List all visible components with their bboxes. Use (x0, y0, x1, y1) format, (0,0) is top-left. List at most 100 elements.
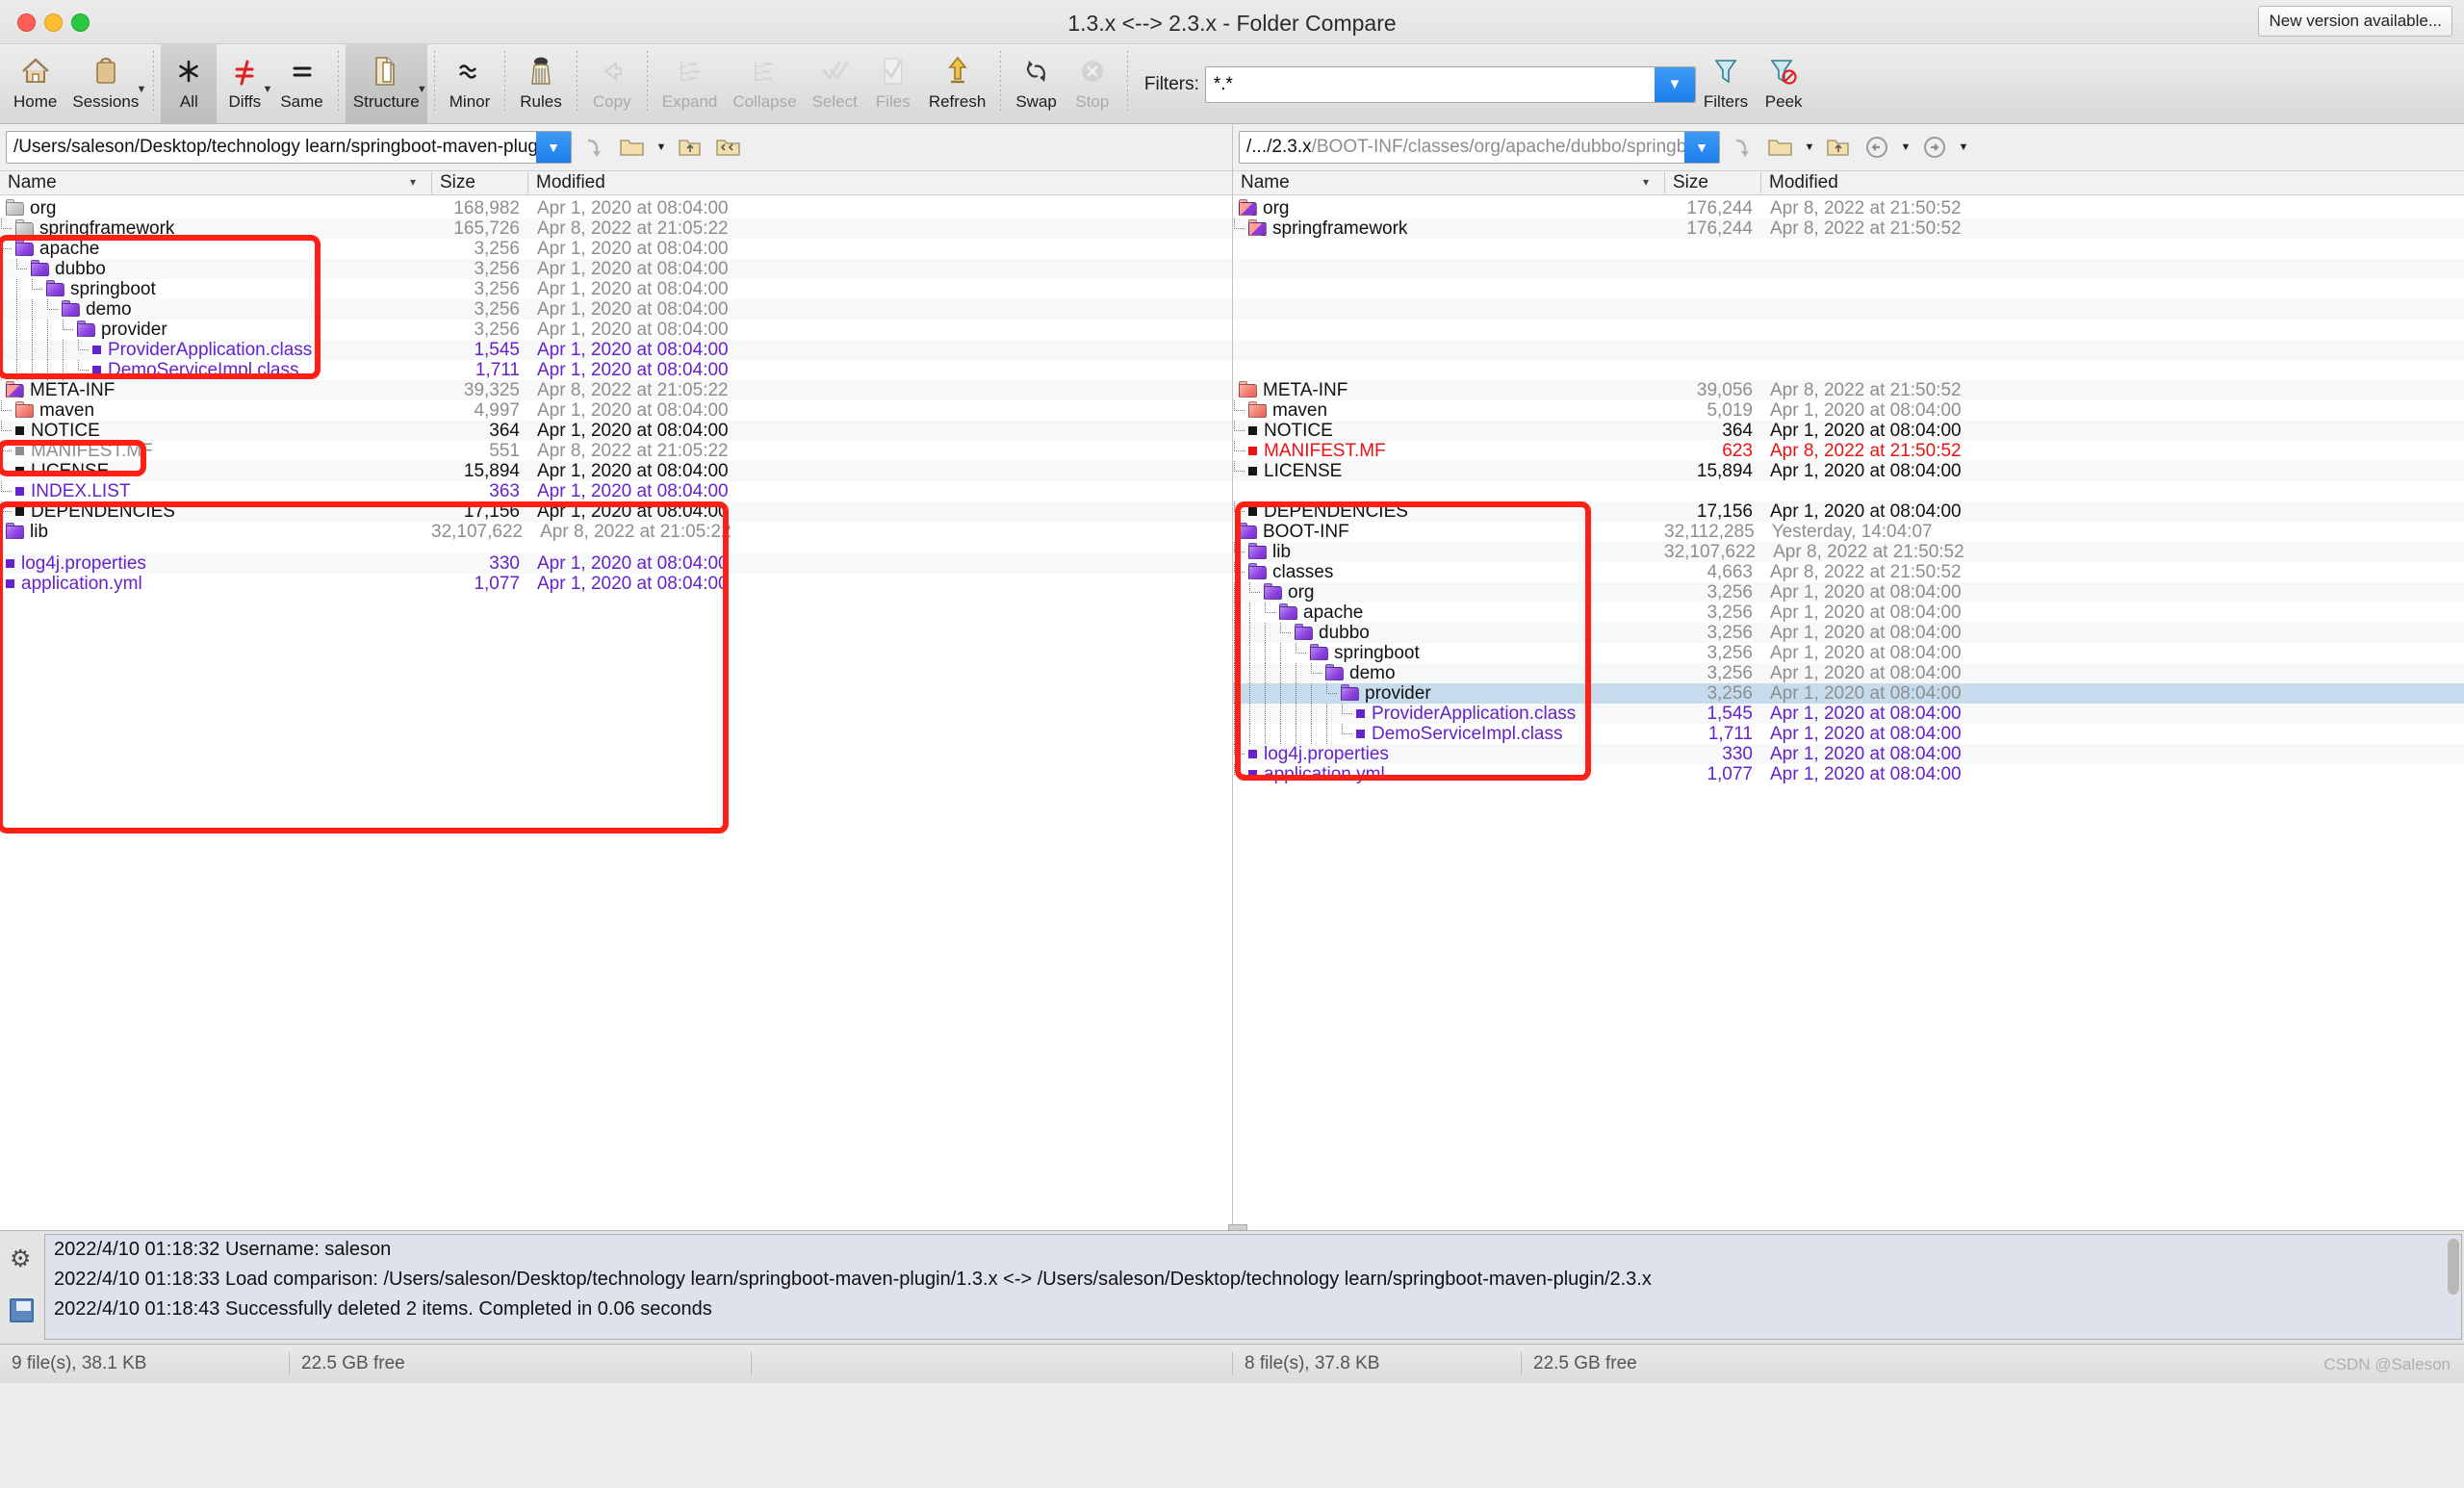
chevron-down-icon[interactable]: ▼ (136, 84, 146, 95)
table-row[interactable]: application.yml1,077Apr 1, 2020 at 08:04… (0, 574, 1232, 594)
table-row[interactable] (1233, 320, 2464, 340)
table-row[interactable]: apache3,256Apr 1, 2020 at 08:04:00 (1233, 603, 2464, 623)
table-row[interactable]: springboot3,256Apr 1, 2020 at 08:04:00 (0, 279, 1232, 299)
right-parent-folder-icon[interactable] (1822, 131, 1855, 164)
table-row[interactable]: META-INF39,056Apr 8, 2022 at 21:50:52 (1233, 380, 2464, 400)
toolbar-button-home[interactable]: Home (6, 44, 64, 124)
table-row[interactable]: DemoServiceImpl.class1,711Apr 1, 2020 at… (0, 360, 1232, 380)
left-swap-folders-icon[interactable] (712, 131, 745, 164)
table-row[interactable]: MANIFEST.MF551Apr 8, 2022 at 21:05:22 (0, 441, 1232, 461)
toolbar-button-same[interactable]: Same (272, 44, 330, 124)
left-open-folder-dropdown-icon[interactable]: ▼ (654, 141, 668, 153)
gear-icon[interactable]: ⚙ (10, 1244, 31, 1273)
toolbar-button-refresh[interactable]: Refresh (921, 44, 994, 124)
left-col-size[interactable]: Size (431, 172, 527, 193)
table-row[interactable]: INDEX.LIST363Apr 1, 2020 at 08:04:00 (0, 481, 1232, 501)
right-col-size[interactable]: Size (1664, 172, 1760, 193)
left-file-list[interactable]: org168,982Apr 1, 2020 at 08:04:00springf… (0, 195, 1232, 1230)
table-row[interactable] (1233, 239, 2464, 259)
table-row[interactable]: META-INF39,325Apr 8, 2022 at 21:05:22 (0, 380, 1232, 400)
left-path-input[interactable]: /Users/saleson/Desktop/technology learn/… (6, 131, 572, 164)
table-row[interactable]: provider3,256Apr 1, 2020 at 08:04:00 (1233, 683, 2464, 704)
table-row[interactable]: MANIFEST.MF623Apr 8, 2022 at 21:50:52 (1233, 441, 2464, 461)
table-row[interactable]: LICENSE15,894Apr 1, 2020 at 08:04:00 (0, 461, 1232, 481)
left-parent-folder-icon[interactable] (674, 131, 706, 164)
table-row[interactable]: lib32,107,622Apr 8, 2022 at 21:05:22 (0, 522, 1232, 542)
left-open-folder-icon[interactable] (616, 131, 649, 164)
right-col-modified[interactable]: Modified (1760, 172, 2464, 193)
new-version-button[interactable]: New version available... (2258, 6, 2452, 37)
right-col-name[interactable]: Name ▾ (1233, 172, 1664, 193)
sort-chevron-down-icon[interactable]: ▾ (410, 175, 416, 189)
log-scrollbar[interactable] (2448, 1239, 2459, 1295)
filters-dropdown-button[interactable]: ▼ (1655, 67, 1695, 102)
table-row[interactable]: DEPENDENCIES17,156Apr 1, 2020 at 08:04:0… (1233, 501, 2464, 522)
toolbar-button-sessions[interactable]: Sessions▼ (64, 44, 146, 124)
right-forward-icon[interactable] (1918, 131, 1951, 164)
table-row[interactable]: log4j.properties330Apr 1, 2020 at 08:04:… (1233, 744, 2464, 764)
table-row[interactable]: apache3,256Apr 1, 2020 at 08:04:00 (0, 239, 1232, 259)
right-browse-history-icon[interactable] (1726, 131, 1758, 164)
table-row[interactable]: log4j.properties330Apr 1, 2020 at 08:04:… (0, 553, 1232, 574)
table-row[interactable]: demo3,256Apr 1, 2020 at 08:04:00 (0, 299, 1232, 320)
table-row[interactable] (1233, 279, 2464, 299)
table-row[interactable]: ProviderApplication.class1,545Apr 1, 202… (1233, 704, 2464, 724)
toolbar-button-all[interactable]: All (161, 44, 217, 124)
toolbar-button-swap[interactable]: Swap (1008, 44, 1065, 124)
table-row[interactable]: provider3,256Apr 1, 2020 at 08:04:00 (0, 320, 1232, 340)
table-row[interactable]: demo3,256Apr 1, 2020 at 08:04:00 (1233, 663, 2464, 683)
filters-input[interactable] (1206, 68, 1649, 101)
table-row[interactable] (1233, 299, 2464, 320)
right-forward-dropdown-icon[interactable]: ▼ (1957, 141, 1970, 153)
table-row[interactable]: BOOT-INF32,112,285Yesterday, 14:04:07 (1233, 522, 2464, 542)
table-row[interactable] (1233, 360, 2464, 380)
right-file-list[interactable]: org176,244Apr 8, 2022 at 21:50:52springf… (1233, 195, 2464, 1230)
toolbar-button-diffs[interactable]: Diffs▼ (217, 44, 272, 124)
table-row[interactable] (1233, 259, 2464, 279)
table-row[interactable]: NOTICE364Apr 1, 2020 at 08:04:00 (0, 421, 1232, 441)
tree-connector (1233, 542, 1248, 562)
table-row[interactable]: org168,982Apr 1, 2020 at 08:04:00 (0, 198, 1232, 218)
table-row[interactable]: dubbo3,256Apr 1, 2020 at 08:04:00 (0, 259, 1232, 279)
right-open-folder-icon[interactable] (1764, 131, 1797, 164)
table-row[interactable]: org3,256Apr 1, 2020 at 08:04:00 (1233, 582, 2464, 603)
chevron-down-icon[interactable]: ▼ (262, 84, 272, 95)
table-row[interactable]: NOTICE364Apr 1, 2020 at 08:04:00 (1233, 421, 2464, 441)
table-row[interactable]: springframework176,244Apr 8, 2022 at 21:… (1233, 218, 2464, 239)
left-col-modified[interactable]: Modified (527, 172, 1232, 193)
table-row[interactable]: LICENSE15,894Apr 1, 2020 at 08:04:00 (1233, 461, 2464, 481)
table-row[interactable]: springframework165,726Apr 8, 2022 at 21:… (0, 218, 1232, 239)
table-row[interactable]: lib32,107,622Apr 8, 2022 at 21:50:52 (1233, 542, 2464, 562)
right-path-input[interactable]: /.../2.3.x/BOOT-INF/classes/org/apache/d… (1239, 131, 1720, 164)
toolbar-button-minor[interactable]: Minor (442, 44, 499, 124)
table-row[interactable]: maven5,019Apr 1, 2020 at 08:04:00 (1233, 400, 2464, 421)
toolbar-button-peek[interactable]: Peek (1756, 44, 1811, 124)
toolbar-button-filters[interactable]: Filters (1696, 44, 1756, 124)
table-row[interactable]: DEPENDENCIES17,156Apr 1, 2020 at 08:04:0… (0, 501, 1232, 522)
pane-splitter-handle[interactable] (1228, 1224, 1247, 1231)
table-row[interactable] (1233, 340, 2464, 360)
save-icon[interactable] (10, 1298, 34, 1322)
table-row[interactable]: org176,244Apr 8, 2022 at 21:50:52 (1233, 198, 2464, 218)
table-row[interactable]: classes4,663Apr 8, 2022 at 21:50:52 (1233, 562, 2464, 582)
right-open-folder-dropdown-icon[interactable]: ▼ (1803, 141, 1816, 153)
toolbar-button-rules[interactable]: Rules (512, 44, 569, 124)
table-row[interactable]: maven4,997Apr 1, 2020 at 08:04:00 (0, 400, 1232, 421)
left-col-name[interactable]: Name ▾ (0, 172, 431, 193)
table-row[interactable]: dubbo3,256Apr 1, 2020 at 08:04:00 (1233, 623, 2464, 643)
right-back-dropdown-icon[interactable]: ▼ (1899, 141, 1912, 153)
filters-input-box[interactable]: ▼ (1205, 66, 1696, 103)
log-body[interactable]: 2022/4/10 01:18:32 Username: saleson2022… (44, 1234, 2462, 1340)
table-row[interactable]: springboot3,256Apr 1, 2020 at 08:04:00 (1233, 643, 2464, 663)
table-row[interactable]: ProviderApplication.class1,545Apr 1, 202… (0, 340, 1232, 360)
left-browse-history-icon[interactable] (578, 131, 610, 164)
right-path-dropdown-button[interactable]: ▼ (1684, 132, 1719, 163)
right-back-icon[interactable] (1861, 131, 1893, 164)
chevron-down-icon[interactable]: ▼ (417, 84, 427, 95)
left-path-dropdown-button[interactable]: ▼ (536, 132, 571, 163)
table-row[interactable]: application.yml1,077Apr 1, 2020 at 08:04… (1233, 764, 2464, 784)
table-row[interactable] (1233, 481, 2464, 501)
table-row[interactable]: DemoServiceImpl.class1,711Apr 1, 2020 at… (1233, 724, 2464, 744)
sort-chevron-down-icon[interactable]: ▾ (1643, 175, 1649, 189)
toolbar-button-structure[interactable]: Structure▼ (346, 44, 427, 124)
